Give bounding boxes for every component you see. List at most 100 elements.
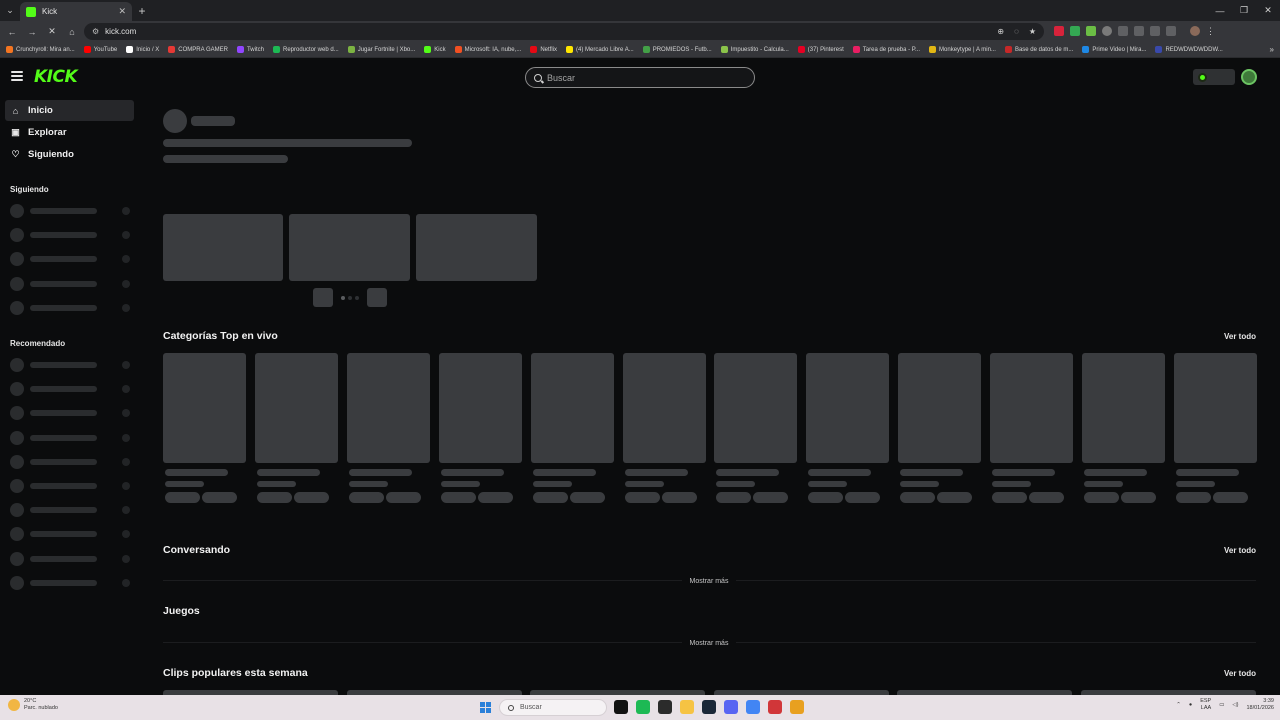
recommended-channel-placeholder[interactable] bbox=[10, 527, 132, 542]
kick-search-input[interactable] bbox=[547, 72, 737, 83]
category-card-placeholder[interactable] bbox=[346, 353, 430, 463]
bookmark-item[interactable]: Prime Video | Mira... bbox=[1082, 46, 1146, 53]
recommended-channel-placeholder[interactable] bbox=[10, 479, 132, 493]
juegos-mostrar-mas-button[interactable]: Mostrar más bbox=[0, 640, 1280, 647]
profile-icon[interactable] bbox=[1190, 26, 1200, 36]
browser-tab-active[interactable]: Kick ✕ bbox=[20, 2, 132, 21]
bookmark-item[interactable]: REDWDWDWDDW... bbox=[1155, 46, 1223, 53]
new-tab-button[interactable]: + bbox=[132, 4, 152, 18]
carousel-next-button[interactable] bbox=[367, 288, 387, 307]
bookmark-item[interactable]: COMPRA GAMER bbox=[168, 46, 228, 53]
category-card-placeholder[interactable] bbox=[163, 353, 246, 463]
riot-icon[interactable] bbox=[768, 700, 782, 714]
bookmark-item[interactable]: Inicio / X bbox=[126, 46, 159, 53]
restore-button[interactable]: ❐ bbox=[1232, 0, 1256, 21]
chrome-icon[interactable] bbox=[746, 700, 760, 714]
bookmark-item[interactable]: Twitch bbox=[236, 46, 264, 53]
file-explorer-icon[interactable] bbox=[680, 700, 694, 714]
bookmark-item[interactable]: Impuestito - Calcula... bbox=[720, 46, 789, 53]
category-card-placeholder[interactable] bbox=[622, 353, 706, 463]
extensions-puzzle-icon[interactable] bbox=[1118, 26, 1128, 36]
category-card-placeholder[interactable] bbox=[806, 353, 890, 463]
carousel-card[interactable] bbox=[163, 214, 283, 281]
followed-channel-placeholder[interactable] bbox=[10, 252, 132, 267]
bookmark-item[interactable]: Kick bbox=[424, 46, 446, 53]
sidebar-item-explorar[interactable]: ▣ Explorar bbox=[5, 122, 134, 143]
category-card-placeholder[interactable] bbox=[714, 353, 798, 463]
carousel-card[interactable] bbox=[416, 214, 537, 281]
carousel-dot[interactable] bbox=[355, 296, 359, 300]
hamburger-menu-icon[interactable] bbox=[11, 71, 23, 81]
category-card-placeholder[interactable] bbox=[438, 353, 522, 463]
bookmark-item[interactable]: Microsoft: IA, nube,... bbox=[454, 46, 521, 53]
steam-icon[interactable] bbox=[702, 700, 716, 714]
tab-search-button[interactable]: ⌄ bbox=[0, 0, 20, 21]
carousel-card[interactable] bbox=[289, 214, 410, 281]
marvel-rivals-icon[interactable] bbox=[790, 700, 804, 714]
category-card-placeholder[interactable] bbox=[1173, 353, 1257, 463]
bookmark-item[interactable]: Crunchyroll: Mira an... bbox=[6, 46, 75, 53]
bookmarks-overflow-icon[interactable]: » bbox=[1270, 45, 1274, 54]
followed-channel-placeholder[interactable] bbox=[10, 276, 132, 291]
network-icon[interactable]: ▭ bbox=[1219, 702, 1224, 708]
discord-icon[interactable] bbox=[724, 700, 738, 714]
windows-start-icon[interactable] bbox=[480, 702, 491, 713]
close-window-button[interactable]: ✕ bbox=[1256, 0, 1280, 21]
eye-off-icon[interactable]: ◌ bbox=[1014, 27, 1019, 36]
language-indicator[interactable]: ESP LAA bbox=[1200, 698, 1211, 712]
site-info-icon[interactable]: ⚙ bbox=[92, 27, 99, 36]
bookmark-item[interactable]: YouTube bbox=[83, 46, 117, 53]
bookmark-item[interactable]: Tarea de prueba - P... bbox=[852, 46, 920, 53]
bookmark-item[interactable]: Base de datos de m... bbox=[1004, 46, 1073, 53]
volume-icon[interactable]: ◁) bbox=[1232, 702, 1238, 708]
bookmark-star-icon[interactable]: ★ bbox=[1029, 27, 1036, 36]
address-bar[interactable]: ⚙ kick.com ⊕ ◌ ★ bbox=[84, 23, 1044, 40]
bookmark-item[interactable]: (37) Pinterest bbox=[797, 46, 844, 53]
recommended-channel-placeholder[interactable] bbox=[10, 551, 132, 566]
bookmark-item[interactable]: Monkeytype | A min... bbox=[929, 46, 996, 53]
followed-channel-placeholder[interactable] bbox=[10, 228, 132, 243]
minimize-button[interactable]: — bbox=[1208, 0, 1232, 21]
followed-channel-placeholder[interactable] bbox=[10, 204, 132, 218]
bookmark-item[interactable]: Reproductor web d... bbox=[272, 46, 339, 53]
recommended-channel-placeholder[interactable] bbox=[10, 430, 132, 445]
carousel-prev-button[interactable] bbox=[313, 288, 333, 307]
favorites-icon[interactable] bbox=[1150, 26, 1160, 36]
category-card-placeholder[interactable] bbox=[530, 353, 614, 463]
category-card-placeholder[interactable] bbox=[990, 353, 1074, 463]
kick-logo[interactable]: KICK bbox=[34, 67, 78, 87]
carousel-dot[interactable] bbox=[341, 296, 345, 300]
chatgpt-icon[interactable] bbox=[614, 700, 628, 714]
conversando-mostrar-mas-button[interactable]: Mostrar más bbox=[0, 578, 1280, 585]
taskbar-search[interactable]: Buscar bbox=[499, 699, 607, 716]
epic-games-icon[interactable] bbox=[658, 700, 672, 714]
sidebar-item-inicio[interactable]: ⌂ Inicio bbox=[5, 100, 134, 121]
back-button[interactable]: ← bbox=[4, 24, 20, 40]
reload-button[interactable]: ✕ bbox=[44, 24, 60, 40]
clips-ver-todo-link[interactable]: Ver todo bbox=[1224, 669, 1256, 678]
home-button[interactable]: ⌂ bbox=[64, 24, 80, 40]
category-card-placeholder[interactable] bbox=[1082, 353, 1165, 463]
clock[interactable]: 3:39 18/01/2026 bbox=[1246, 698, 1274, 712]
spotify-icon[interactable] bbox=[636, 700, 650, 714]
downloads-icon[interactable] bbox=[1166, 26, 1176, 36]
category-card-placeholder[interactable] bbox=[898, 353, 982, 463]
user-avatar[interactable] bbox=[1241, 69, 1257, 85]
category-card-placeholder[interactable] bbox=[254, 353, 338, 463]
recommended-channel-placeholder[interactable] bbox=[10, 454, 132, 469]
followed-channel-placeholder[interactable] bbox=[10, 300, 132, 315]
carousel-dot[interactable] bbox=[348, 296, 352, 300]
bookmark-item[interactable]: (4) Mercado Libre A... bbox=[566, 46, 634, 53]
reading-list-icon[interactable] bbox=[1134, 26, 1144, 36]
recommended-channel-placeholder[interactable] bbox=[10, 358, 132, 372]
forward-button[interactable]: → bbox=[24, 24, 40, 40]
kick-wallet-badge[interactable] bbox=[1193, 69, 1235, 85]
tab-close-icon[interactable]: ✕ bbox=[118, 6, 126, 17]
zoom-icon[interactable]: ⊕ bbox=[997, 27, 1004, 36]
kick-search[interactable] bbox=[525, 67, 755, 88]
bookmark-item[interactable]: PROMIEDOS - Futb... bbox=[642, 46, 712, 53]
tray-overflow-icon[interactable]: ⌃ bbox=[1176, 702, 1181, 708]
bookmark-item[interactable]: Jugar Fortnite | Xbo... bbox=[347, 46, 415, 53]
recommended-channel-placeholder[interactable] bbox=[10, 406, 132, 421]
weather-widget[interactable]: 20°C Parc. nublado bbox=[8, 698, 58, 712]
